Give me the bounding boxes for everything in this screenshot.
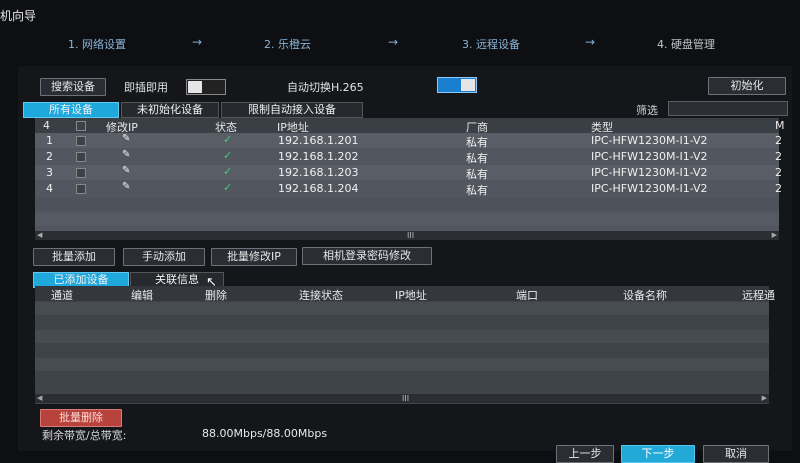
initialize-button[interactable]: 初始化 <box>708 77 786 95</box>
row-vendor: 私有 <box>466 184 488 197</box>
delete-header: 删除 <box>205 289 227 302</box>
bandwidth-label: 剩余带宽/总带宽: <box>42 429 127 442</box>
remote-channel-header: 远程通 <box>742 289 775 302</box>
step-remote-device[interactable]: 3. 远程设备 <box>462 36 520 52</box>
batch-add-button[interactable]: 批量添加 <box>33 248 115 266</box>
modify-camera-password-button[interactable]: 相机登录密码修改 <box>302 247 432 265</box>
row-number: 1 <box>46 134 53 147</box>
added-table-header: 通道 编辑 删除 连接状态 IP地址 端口 设备名称 远程通 <box>35 286 775 302</box>
scroll-left-icon[interactable]: ◀ <box>37 231 42 239</box>
connection-status-header: 连接状态 <box>299 289 343 302</box>
scroll-right-icon[interactable]: ▶ <box>772 231 777 239</box>
scroll-right-icon[interactable]: ▶ <box>762 394 767 402</box>
batch-modify-ip-button[interactable]: 批量修改IP <box>211 248 297 266</box>
row-ip: 192.168.1.202 <box>278 150 359 163</box>
edit-pencil-icon[interactable]: ✎ <box>122 133 130 144</box>
device-table: 4 修改IP 状态 IP地址 厂商 类型 M 1 ✎ ✓ 192.168.1.2… <box>35 118 785 240</box>
empty-row <box>35 344 769 357</box>
table-row[interactable]: 4 ✎ ✓ 192.168.1.204 私有 IPC-HFW1230M-I1-V… <box>35 181 782 197</box>
toggle-knob <box>188 81 202 93</box>
wizard-steps: 1. 网络设置 → 2. 乐橙云 → 3. 远程设备 → 4. 硬盘管理 <box>0 35 800 54</box>
edit-pencil-icon[interactable]: ✎ <box>122 165 130 176</box>
row-checkbox[interactable] <box>76 168 86 178</box>
added-device-table: 通道 编辑 删除 连接状态 IP地址 端口 设备名称 远程通 ◀ III ▶ <box>35 286 775 404</box>
batch-delete-button[interactable]: 批量删除 <box>40 409 122 427</box>
row-more: 2 <box>775 166 782 179</box>
step-disk[interactable]: 4. 硬盘管理 <box>657 36 715 52</box>
tab-all-devices[interactable]: 所有设备 <box>23 102 119 118</box>
auto-h265-toggle[interactable] <box>437 77 477 93</box>
step-arrow-icon: → <box>585 35 596 49</box>
row-type: IPC-HFW1230M-I1-V2 <box>591 150 708 163</box>
bandwidth-value: 88.00Mbps/88.00Mbps <box>202 427 328 440</box>
row-ip: 192.168.1.204 <box>278 182 359 195</box>
plug-play-label: 即插即用 <box>124 81 168 94</box>
edit-pencil-icon[interactable]: ✎ <box>122 149 130 160</box>
auto-h265-label: 自动切换H.265 <box>287 81 364 94</box>
row-more: 2 <box>775 182 782 195</box>
row-vendor: 私有 <box>466 136 488 149</box>
scroll-left-icon[interactable]: ◀ <box>37 394 42 402</box>
empty-row <box>35 316 769 329</box>
empty-row <box>35 213 779 226</box>
device-table-hscrollbar[interactable]: ◀ III ▶ <box>35 231 779 240</box>
step-arrow-icon: → <box>192 35 203 49</box>
table-row[interactable]: 3 ✎ ✓ 192.168.1.203 私有 IPC-HFW1230M-I1-V… <box>35 165 782 181</box>
row-checkbox[interactable] <box>76 184 86 194</box>
row-checkbox[interactable] <box>76 136 86 146</box>
select-all-checkbox[interactable] <box>76 121 86 131</box>
row-more: 2 <box>775 150 782 163</box>
count-header: 4 <box>43 119 50 132</box>
toggle-knob <box>461 79 475 91</box>
step-arrow-icon: → <box>388 35 399 49</box>
filter-label: 筛选 <box>636 104 658 117</box>
row-number: 3 <box>46 166 53 179</box>
row-type: IPC-HFW1230M-I1-V2 <box>591 134 708 147</box>
empty-row <box>35 302 769 315</box>
row-vendor: 私有 <box>466 168 488 181</box>
table-row[interactable]: 2 ✎ ✓ 192.168.1.202 私有 IPC-HFW1230M-I1-V… <box>35 149 782 165</box>
status-ok-icon: ✓ <box>223 165 233 178</box>
scroll-grip[interactable]: III <box>402 394 409 403</box>
search-device-button[interactable]: 搜索设备 <box>40 78 106 96</box>
edit-pencil-icon[interactable]: ✎ <box>122 181 130 192</box>
row-vendor: 私有 <box>466 152 488 165</box>
table-row[interactable]: 1 ✎ ✓ 192.168.1.201 私有 IPC-HFW1230M-I1-V… <box>35 133 782 149</box>
device-name-header: 设备名称 <box>623 289 667 302</box>
scroll-grip[interactable]: III <box>407 231 414 240</box>
empty-row <box>35 330 769 343</box>
window-title: 机向导 <box>0 9 37 23</box>
status-ok-icon: ✓ <box>223 181 233 194</box>
cancel-button[interactable]: 取消 <box>703 445 769 463</box>
row-type: IPC-HFW1230M-I1-V2 <box>591 182 708 195</box>
empty-row <box>35 372 769 385</box>
tab-uninitialized[interactable]: 未初始化设备 <box>121 102 219 118</box>
port-header: 端口 <box>516 289 538 302</box>
plug-play-toggle[interactable] <box>186 79 226 95</box>
empty-row <box>35 358 769 371</box>
status-ok-icon: ✓ <box>223 149 233 162</box>
row-number: 4 <box>46 182 53 195</box>
row-more: 2 <box>775 134 782 147</box>
filter-input[interactable] <box>668 101 788 116</box>
row-ip: 192.168.1.201 <box>278 134 359 147</box>
step-network[interactable]: 1. 网络设置 <box>68 36 126 52</box>
channel-header: 通道 <box>51 289 73 302</box>
edit-header: 编辑 <box>131 289 153 302</box>
empty-row <box>35 198 779 211</box>
prev-step-button[interactable]: 上一步 <box>556 445 614 463</box>
manual-add-button[interactable]: 手动添加 <box>123 248 205 266</box>
more-header: M <box>775 119 785 132</box>
row-number: 2 <box>46 150 53 163</box>
step-cloud[interactable]: 2. 乐橙云 <box>264 36 311 52</box>
next-step-button[interactable]: 下一步 <box>621 445 695 463</box>
added-ip-header: IP地址 <box>395 289 427 302</box>
status-ok-icon: ✓ <box>223 133 233 146</box>
added-table-hscrollbar[interactable]: ◀ III ▶ <box>35 394 769 403</box>
tab-restricted[interactable]: 限制自动接入设备 <box>221 102 363 118</box>
row-checkbox[interactable] <box>76 152 86 162</box>
row-type: IPC-HFW1230M-I1-V2 <box>591 166 708 179</box>
device-table-header: 4 修改IP 状态 IP地址 厂商 类型 M <box>35 118 785 134</box>
row-ip: 192.168.1.203 <box>278 166 359 179</box>
